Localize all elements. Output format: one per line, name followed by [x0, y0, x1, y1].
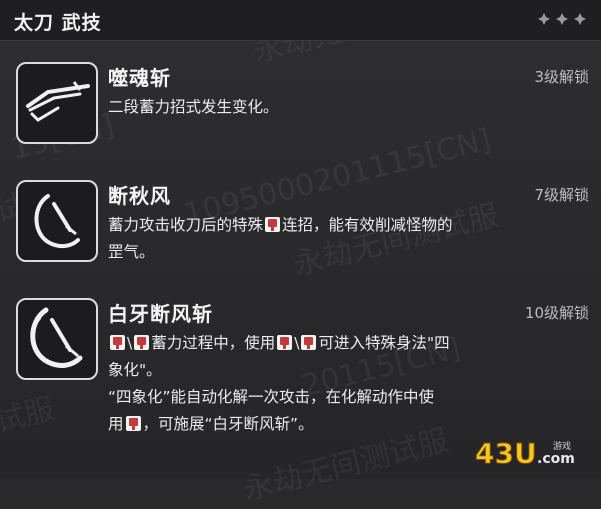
skill-name: 白牙断风斩	[108, 302, 213, 326]
description-line: 罡气。	[108, 243, 155, 261]
site-logo: 43U .com 游戏	[475, 435, 585, 471]
description-text: 蓄力过程中，使用	[151, 334, 276, 352]
unlock-level: 7级解锁	[534, 186, 589, 204]
panel-header: 太刀 武技	[0, 0, 601, 41]
description-text: 可进入特殊身法"四	[318, 334, 450, 352]
soul-devour-skill-icon	[16, 62, 98, 144]
special-key-icon	[109, 334, 126, 351]
description-line: “四象化”能自动化解一次攻击，在化解动作中使	[108, 388, 435, 406]
skill-entry-soul-devour[interactable]: 噬魂斩 3级解锁 二段蓄力招式发生变化。	[16, 62, 591, 162]
white-fang-skill-icon	[16, 298, 98, 380]
special-key-icon	[125, 415, 142, 432]
svg-text:43U: 43U	[475, 437, 537, 470]
diamond-ornament-icon	[555, 12, 569, 26]
special-key-icon	[264, 216, 281, 233]
description-line: 二段蓄力招式发生变化。	[108, 98, 279, 116]
autumn-wind-skill-icon	[16, 180, 98, 262]
skill-entry-autumn-wind[interactable]: 断秋风 7级解锁 蓄力攻击收刀后的特殊 连招，能有效削减怪物的 罡气。	[16, 180, 591, 290]
separator-text: \	[294, 334, 300, 352]
skill-description: 二段蓄力招式发生变化。	[108, 94, 592, 121]
unlock-level: 10级解锁	[524, 304, 589, 322]
diamond-ornament-icon	[573, 12, 587, 26]
description-text: ，可施展“白牙断风斩”。	[142, 415, 314, 433]
skill-name: 噬魂斩	[108, 66, 171, 90]
description-line: 象化"。	[108, 361, 162, 379]
skill-panel: 永劫无间测试服 15[CN] 试服 1095000201115[CN] 永劫无间…	[0, 0, 601, 508]
description-line: 蓄力攻击收刀后的特殊 连招，能有效削减怪物的	[108, 212, 592, 239]
panel-title: 太刀 武技	[14, 12, 102, 34]
skill-description: \ 蓄力过程中，使用 \ 可进入特殊身法"四 象化"。 “四象化”能自动化解一次攻击，…	[108, 330, 592, 438]
special-key-icon	[133, 334, 150, 351]
separator-text: \	[127, 334, 133, 352]
description-text: 用	[108, 415, 124, 433]
special-key-icon	[300, 334, 317, 351]
unlock-level: 3级解锁	[534, 68, 589, 86]
special-key-icon	[276, 334, 293, 351]
header-decoration	[537, 12, 587, 26]
description-line: \ 蓄力过程中，使用 \ 可进入特殊身法"四	[108, 330, 592, 357]
skill-name: 断秋风	[108, 184, 171, 208]
svg-text:游戏: 游戏	[553, 440, 571, 452]
description-text: 连招，能有效削减怪物的	[282, 216, 453, 234]
svg-text:.com: .com	[537, 451, 575, 467]
skill-description: 蓄力攻击收刀后的特殊 连招，能有效削减怪物的 罡气。	[108, 212, 592, 266]
description-text: 蓄力攻击收刀后的特殊	[108, 216, 264, 234]
description-line: 用 ，可施展“白牙断风斩”。	[108, 411, 592, 438]
diamond-ornament-icon	[537, 12, 551, 26]
